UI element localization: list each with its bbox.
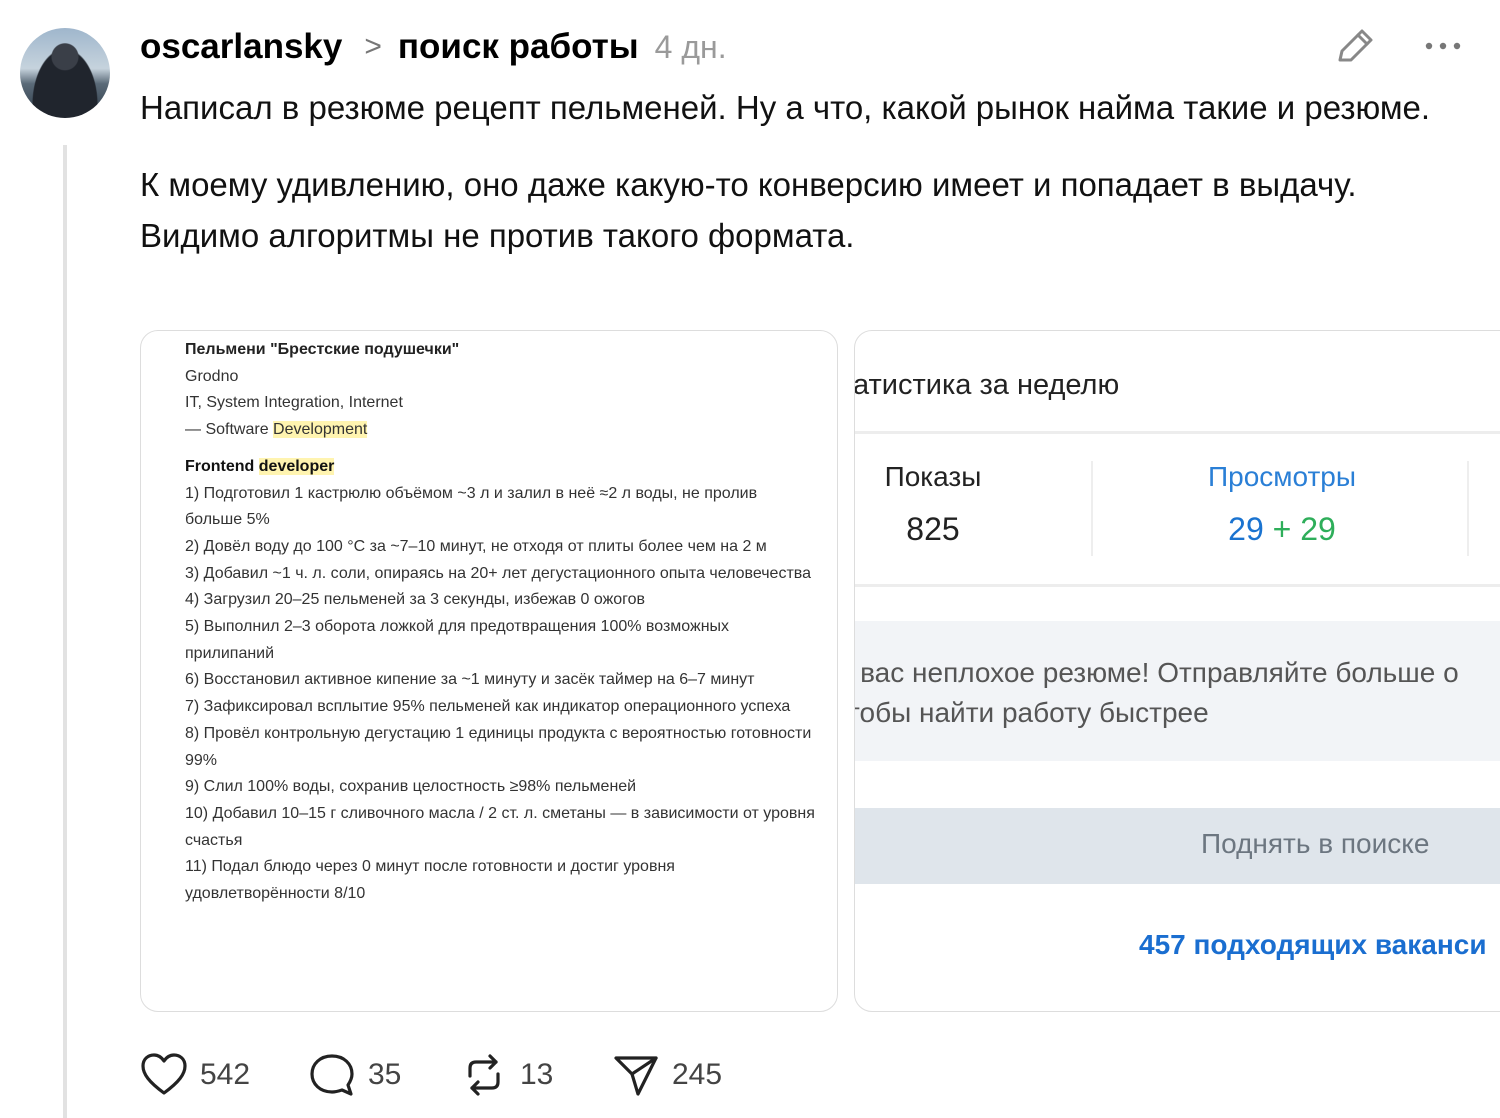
tip-text: ' вас неплохое резюме! Отправляйте больш…: [854, 653, 1459, 733]
divider: [855, 431, 1500, 434]
metric-shows: Показы 825: [881, 461, 985, 548]
thread-line: [63, 145, 67, 1118]
views-value-b: 29: [1300, 511, 1336, 547]
raise-label: Поднять в поиске: [1201, 828, 1430, 859]
resume-content: Пельмени "Брестские подушечки" Grodno IT…: [185, 337, 815, 908]
resume-step: 9) Слил 100% воды, сохранив целостность …: [185, 778, 637, 796]
share-button[interactable]: 245: [612, 1050, 722, 1100]
resume-city: Grodno: [185, 367, 239, 385]
resume-image[interactable]: Пельмени "Брестские подушечки" Grodno IT…: [140, 330, 838, 1012]
views-value-a: 29: [1228, 511, 1264, 547]
metric-value: 825: [906, 511, 960, 547]
repost-count: 13: [520, 1058, 554, 1091]
like-count: 542: [200, 1058, 251, 1091]
resume-position-prefix: Frontend: [185, 457, 259, 475]
resume-subindustry: — Software Development: [185, 417, 815, 444]
resume-step: 6) Восстановил активное кипение за ~1 ми…: [185, 671, 755, 689]
divider: [1091, 461, 1093, 556]
chevron-right-icon: >: [364, 30, 382, 63]
divider: [855, 584, 1500, 587]
comment-button[interactable]: 35: [308, 1050, 401, 1100]
resume-step: 7) Зафиксировал всплытие 95% пельменей к…: [185, 698, 791, 716]
avatar[interactable]: [20, 28, 110, 118]
username[interactable]: oscarlansky: [140, 27, 342, 67]
stats-title: атистика за неделю: [854, 369, 1120, 401]
post-header: oscarlansky > поиск работы 4 дн.: [140, 24, 727, 70]
resume-step: 3) Добавил ~1 ч. л. соли, опираясь на 20…: [185, 564, 811, 582]
resume-subindustry-prefix: — Software: [185, 421, 274, 439]
post-paragraph: К моему удивлению, оно даже какую-то кон…: [140, 166, 1357, 254]
community-link[interactable]: поиск работы: [398, 27, 639, 67]
send-icon: [614, 1056, 658, 1096]
resume-step: 10) Добавил 10–15 г сливочного масла / 2…: [185, 804, 815, 849]
repost-icon: [468, 1054, 500, 1096]
more-icon[interactable]: [1420, 26, 1466, 66]
resume-industry: IT, System Integration, Internet: [185, 394, 403, 412]
resume-step: 8) Провёл контрольную дегустацию 1 едини…: [185, 724, 812, 769]
metric-label: Показы: [884, 461, 982, 492]
resume-step: 5) Выполнил 2–3 оборота ложкой для предо…: [185, 618, 730, 662]
divider: [1467, 461, 1469, 556]
metric-value: 29 + 29: [1177, 511, 1387, 548]
resume-highlight: developer: [258, 457, 335, 475]
raise-in-search-button[interactable]: Поднять в поиске: [855, 808, 1500, 884]
resume-position: Frontend developer: [185, 454, 815, 481]
resume-step: 4) Загрузил 20–25 пельменей за 3 секунды…: [185, 591, 646, 609]
resume-steps: 1) Подготовил 1 кастрюлю объёмом ~3 л и …: [185, 481, 815, 908]
resume-title: Пельмени "Брестские подушечки": [185, 341, 460, 358]
vacancies-link[interactable]: 457 подходящих ваканси: [1139, 929, 1487, 961]
share-count: 245: [672, 1058, 723, 1091]
repost-button[interactable]: 13: [460, 1050, 553, 1100]
post-time: 4 дн.: [654, 28, 727, 65]
comment-count: 35: [368, 1058, 402, 1091]
comment-icon: [310, 1054, 354, 1096]
tip-line: тобы найти работу быстрее: [854, 697, 1209, 728]
metric-label: Просмотры: [1208, 461, 1356, 492]
resume-step: 2) Довёл воду до 100 °C за ~7–10 минут, …: [185, 537, 767, 555]
like-button[interactable]: 542: [140, 1050, 250, 1100]
heart-icon: [141, 1053, 187, 1095]
stats-image[interactable]: атистика за неделю Показы 825 Просмотры …: [854, 330, 1500, 1012]
resume-step: 11) Подал блюдо через 0 минут после гото…: [185, 858, 675, 903]
tip-line: ' вас неплохое резюме! Отправляйте больш…: [854, 657, 1459, 688]
pencil-icon[interactable]: [1332, 26, 1376, 66]
post-paragraph: Написал в резюме рецепт пельменей. Ну а …: [140, 89, 1431, 126]
post-body: Написал в резюме рецепт пельменей. Ну а …: [140, 82, 1440, 287]
metric-views[interactable]: Просмотры 29 + 29: [1177, 461, 1387, 548]
resume-highlight: Development: [273, 421, 368, 439]
resume-step: 1) Подготовил 1 кастрюлю объёмом ~3 л и …: [185, 484, 758, 529]
views-plus: +: [1272, 511, 1292, 547]
tip-box: ' вас неплохое резюме! Отправляйте больш…: [855, 621, 1500, 761]
